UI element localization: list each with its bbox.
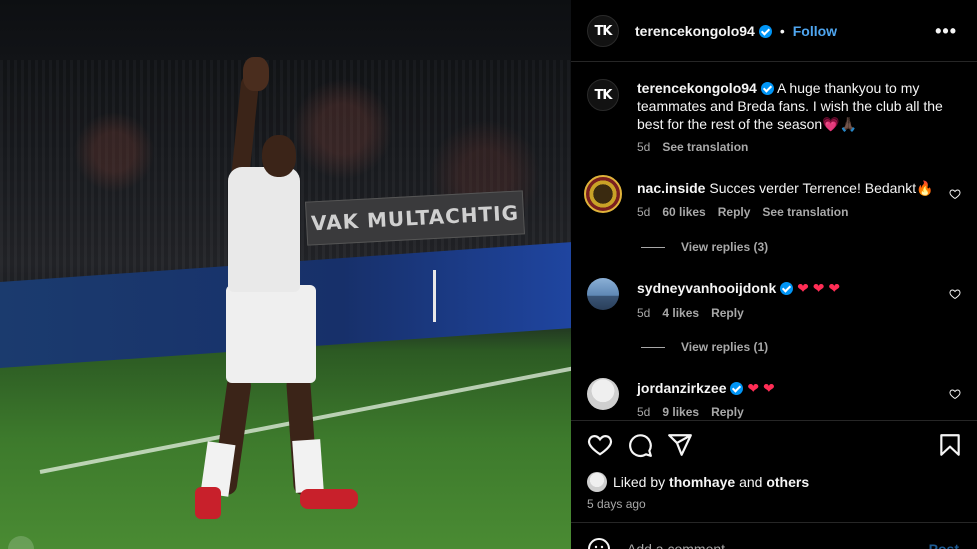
post-comment-button[interactable]: Post xyxy=(929,541,959,549)
like-heart-icon[interactable] xyxy=(587,432,613,458)
caption-username[interactable]: terencekongolo94 xyxy=(637,80,757,96)
commenter-avatar[interactable] xyxy=(584,175,622,213)
comment-age: 5d xyxy=(637,405,651,419)
liked-by-others[interactable]: others xyxy=(766,474,809,490)
post-header: TK terencekongolo94 • Follow ••• xyxy=(571,0,977,62)
reply-button[interactable]: Reply xyxy=(718,205,751,219)
follow-button[interactable]: Follow xyxy=(793,23,837,39)
verified-badge-icon xyxy=(758,24,772,38)
comment-emoji: ❤ ❤ xyxy=(747,380,775,396)
emoji-picker-icon[interactable] xyxy=(587,537,611,549)
more-options-icon[interactable]: ••• xyxy=(935,21,957,42)
player-head xyxy=(262,135,296,177)
comment-meta: 5d 9 likes Reply xyxy=(637,405,744,419)
author-username[interactable]: terencekongolo94 xyxy=(635,23,755,39)
liker-avatar[interactable] xyxy=(587,472,607,492)
caption-emoji: 💗🙏🏿 xyxy=(822,116,858,132)
like-comment-icon[interactable] xyxy=(949,388,961,400)
liked-by-prefix: Liked by xyxy=(613,474,666,490)
reply-button[interactable]: Reply xyxy=(711,306,744,320)
replies-divider xyxy=(641,346,665,348)
liked-by: Liked by thomhaye and others xyxy=(587,472,809,492)
replies-divider xyxy=(641,246,665,248)
add-comment-bar: Add a comment... Post xyxy=(571,522,977,549)
comment-username[interactable]: nac.inside xyxy=(637,180,705,196)
verified-badge-icon xyxy=(780,282,794,295)
comment-body: Succes verder Terrence! Bedankt xyxy=(709,180,917,196)
media-indicator-icon[interactable] xyxy=(8,536,34,549)
author-avatar[interactable]: TK xyxy=(587,15,619,47)
player-boot xyxy=(195,487,221,519)
player-boot xyxy=(300,489,358,509)
comment-age: 5d xyxy=(637,205,651,219)
player-shirt xyxy=(228,167,300,292)
caption-avatar[interactable]: TK xyxy=(587,79,619,111)
liked-by-user[interactable]: thomhaye xyxy=(669,474,735,490)
author-info: terencekongolo94 • Follow xyxy=(635,23,837,39)
like-comment-icon[interactable] xyxy=(949,188,961,200)
see-translation-link[interactable]: See translation xyxy=(762,205,848,219)
player-shorts xyxy=(226,285,316,383)
comment-meta: 5d 60 likes Reply See translation xyxy=(637,205,848,219)
comment-age: 5d xyxy=(637,306,651,320)
commenter-avatar[interactable] xyxy=(587,278,619,310)
view-replies-button[interactable]: View replies (3) xyxy=(641,240,768,254)
comment-text: sydneyvanhooijdonk ❤ ❤ ❤ xyxy=(637,279,947,297)
liked-by-conj: and xyxy=(739,474,763,490)
post-photo[interactable]: VAK MULTACHTIG xyxy=(0,0,571,549)
player-hand xyxy=(243,57,269,91)
comment-text: nac.inside Succes verder Terrence! Bedan… xyxy=(637,179,947,197)
comment-meta: 5d 4 likes Reply xyxy=(637,306,744,320)
see-translation-link[interactable]: See translation xyxy=(662,140,748,154)
share-send-icon[interactable] xyxy=(667,432,693,458)
corner-flag xyxy=(433,270,436,322)
comment-username[interactable]: jordanzirkzee xyxy=(637,380,726,396)
football-player xyxy=(190,55,370,525)
reply-button[interactable]: Reply xyxy=(711,405,744,419)
comments-list[interactable]: TK terencekongolo94 A huge thankyou to m… xyxy=(571,63,977,420)
caption-text: terencekongolo94 A huge thankyou to my t… xyxy=(637,79,947,133)
verified-badge-icon xyxy=(730,382,744,395)
view-replies-label: View replies (1) xyxy=(681,340,769,354)
separator-dot: • xyxy=(779,23,785,39)
comment-text: jordanzirkzee ❤ ❤ xyxy=(637,379,947,397)
view-replies-label: View replies (3) xyxy=(681,240,769,254)
comment-emoji: 🔥 xyxy=(916,180,934,196)
post-actions: Liked by thomhaye and others 5 days ago xyxy=(571,420,977,520)
commenter-avatar[interactable] xyxy=(587,378,619,410)
post-timestamp: 5 days ago xyxy=(587,497,646,511)
post-side-panel: TK terencekongolo94 • Follow ••• TK tere… xyxy=(571,0,977,549)
bookmark-save-icon[interactable] xyxy=(937,432,963,458)
comment-bubble-icon[interactable] xyxy=(627,432,653,458)
player-sock xyxy=(292,439,324,493)
caption-age: 5d xyxy=(637,140,651,154)
comment-emoji: ❤ ❤ ❤ xyxy=(797,280,841,296)
comment-likes[interactable]: 60 likes xyxy=(662,205,705,219)
view-replies-button[interactable]: View replies (1) xyxy=(641,340,768,354)
add-comment-input[interactable]: Add a comment... xyxy=(627,541,737,549)
verified-badge-icon xyxy=(760,82,774,95)
comment-likes[interactable]: 4 likes xyxy=(662,306,699,320)
comment-likes[interactable]: 9 likes xyxy=(662,405,699,419)
caption-meta: 5d See translation xyxy=(637,140,748,154)
comment-username[interactable]: sydneyvanhooijdonk xyxy=(637,280,776,296)
like-comment-icon[interactable] xyxy=(949,288,961,300)
